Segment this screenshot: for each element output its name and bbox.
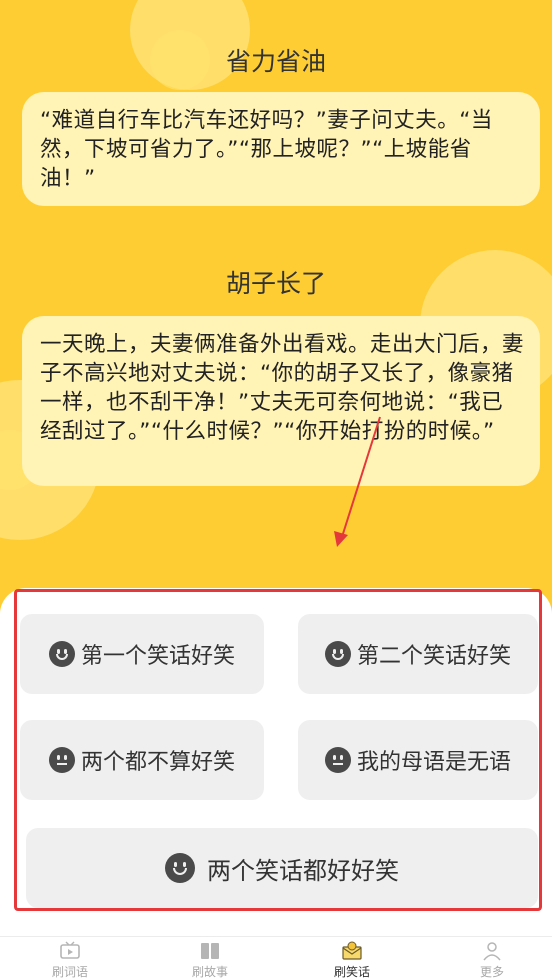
tab-words[interactable]: 刷词语	[30, 941, 110, 980]
laugh-envelope-icon	[342, 941, 362, 960]
tab-words-label: 刷词语	[51, 965, 88, 979]
tab-jokes-label: 刷笑话	[333, 965, 370, 979]
tab-more[interactable]: 更多	[452, 941, 532, 980]
joke-text-1: “难道自行车比汽车还好吗？”妻子问丈夫。“当然，下坡可省力了。”“那上坡呢？”“…	[40, 108, 493, 191]
highlight-frame	[14, 589, 542, 911]
tab-jokes[interactable]: 刷笑话	[312, 941, 392, 980]
joke-title-1: 省力省油	[225, 47, 326, 76]
joke-title-2: 胡子长了	[225, 269, 326, 298]
tab-stories[interactable]: 刷故事	[170, 941, 250, 980]
joke-card-2: 一天晚上，夫妻俩准备外出看戏。走出大门后，妻子不高兴地对丈夫说：“你的胡子又长了…	[22, 316, 540, 486]
book-icon	[201, 943, 219, 959]
joke-display-area: 省力省油 “难道自行车比汽车还好吗？”妻子问丈夫。“当然，下坡可省力了。”“那上…	[0, 0, 552, 620]
bottom-tab-bar: 刷词语 刷故事 刷笑话 更多	[0, 936, 552, 980]
person-icon	[483, 942, 501, 961]
joke-card-1: “难道自行车比汽车还好吗？”妻子问丈夫。“当然，下坡可省力了。”“那上坡呢？”“…	[22, 92, 540, 206]
tab-more-label: 更多	[479, 965, 504, 979]
annotation-arrow-icon	[334, 416, 381, 547]
tab-stories-label: 刷故事	[191, 965, 228, 979]
tv-play-icon	[60, 941, 80, 959]
joke-text-2: 一天晚上，夫妻俩准备外出看戏。走出大门后，妻子不高兴地对丈夫说：“你的胡子又长了…	[40, 332, 525, 444]
